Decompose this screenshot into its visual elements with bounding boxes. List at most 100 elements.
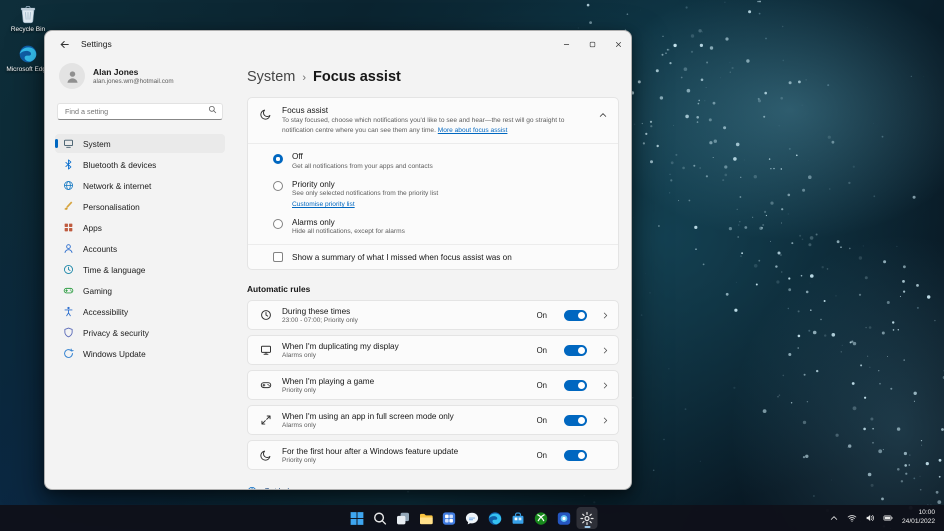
rule-title: When I'm using an app in full screen mod… xyxy=(282,411,454,421)
radio-button[interactable] xyxy=(273,181,283,192)
sidebar-item-label: Accounts xyxy=(83,243,118,254)
focus-assist-text: Focus assist To stay focused, choose whi… xyxy=(282,105,582,136)
taskbar-app-icon xyxy=(488,511,503,526)
rule-card[interactable]: For the first hour after a Windows featu… xyxy=(247,440,619,471)
rule-toggle[interactable] xyxy=(564,344,587,356)
rule-card[interactable]: When I'm duplicating my display Alarms o… xyxy=(247,335,619,366)
chevron-right-icon[interactable] xyxy=(601,346,610,355)
taskbar-app-button[interactable] xyxy=(370,507,391,529)
sidebar-item-icon xyxy=(63,285,74,296)
sidebar-item[interactable]: Personalisation xyxy=(55,197,225,216)
sidebar-item[interactable]: Accounts xyxy=(55,239,225,258)
taskbar-app-icon xyxy=(442,511,457,526)
focus-assist-expander[interactable]: Focus assist To stay focused, choose whi… xyxy=(248,98,618,143)
rule-toggle[interactable] xyxy=(564,414,587,426)
desktop-shortcut[interactable]: Recycle Bin xyxy=(4,4,52,34)
sidebar-item[interactable]: Privacy & security xyxy=(55,323,225,342)
titlebar[interactable]: Settings xyxy=(45,31,631,57)
rule-card[interactable]: When I'm using an app in full screen mod… xyxy=(247,405,619,436)
taskbar-app-button[interactable] xyxy=(554,507,575,529)
system-tray: 10:00 24/01/2022 xyxy=(826,505,944,531)
rule-icon xyxy=(260,344,272,356)
sidebar-item[interactable]: Network & internet xyxy=(55,176,225,195)
clock-date: 24/01/2022 xyxy=(901,518,935,525)
taskbar-app-button[interactable] xyxy=(508,507,529,529)
sidebar-item[interactable]: Gaming xyxy=(55,281,225,300)
taskbar-apps xyxy=(347,507,598,529)
minimize-icon xyxy=(562,40,571,49)
clock-time: 10:00 xyxy=(918,509,935,517)
get-help-label: Get help xyxy=(264,487,293,489)
focus-option-row[interactable]: Off Get all notifications from your apps… xyxy=(260,147,606,175)
sidebar-item[interactable]: Time & language xyxy=(55,260,225,279)
sidebar-item[interactable]: Bluetooth & devices xyxy=(55,155,225,174)
taskbar-app-button[interactable] xyxy=(347,507,368,529)
rule-subtitle: Alarms only xyxy=(282,351,316,359)
summary-checkbox[interactable] xyxy=(273,252,283,263)
taskbar-app-button[interactable] xyxy=(416,507,437,529)
desktop-shortcut-icon xyxy=(18,44,38,64)
sidebar-item-icon xyxy=(63,138,74,149)
summary-checkbox-row[interactable]: Show a summary of what I missed when foc… xyxy=(248,244,618,269)
back-button[interactable] xyxy=(55,35,73,53)
taskbar-app-button[interactable] xyxy=(393,507,414,529)
clock[interactable]: 10:00 24/01/2022 xyxy=(898,510,939,525)
sidebar-item-label: Gaming xyxy=(83,285,113,296)
rule-card[interactable]: When I'm playing a game Priority only On xyxy=(247,370,619,401)
taskbar-app-button[interactable] xyxy=(576,507,598,529)
desktop-shortcut-icon xyxy=(18,4,38,24)
tray-button[interactable] xyxy=(862,508,878,528)
rule-toggle[interactable] xyxy=(564,309,587,321)
sidebar-item-label: Accessibility xyxy=(83,306,129,317)
user-profile[interactable]: Alan Jones alan.jones.wm@hotmail.com xyxy=(55,57,225,101)
tray-button[interactable] xyxy=(826,508,842,528)
desktop-shortcut-label: Recycle Bin xyxy=(10,26,46,33)
taskbar-app-button[interactable] xyxy=(485,507,506,529)
breadcrumb-separator-icon: › xyxy=(302,72,307,84)
focus-assist-card: Focus assist To stay focused, choose whi… xyxy=(247,97,619,271)
chevron-up-icon[interactable] xyxy=(598,110,608,120)
taskbar-app-icon xyxy=(534,511,549,526)
sidebar-item-icon xyxy=(63,222,74,233)
option-description: See only selected notifications from the… xyxy=(292,190,439,198)
get-help-link[interactable]: Get help xyxy=(247,486,619,489)
sidebar-item[interactable]: Accessibility xyxy=(55,302,225,321)
rule-card[interactable]: During these times 23:00 - 07:00; Priori… xyxy=(247,300,619,331)
rule-text: During these times 23:00 - 07:00; Priori… xyxy=(282,307,527,324)
sidebar-item-icon xyxy=(63,180,74,191)
chevron-right-icon[interactable] xyxy=(601,381,610,390)
sidebar-item[interactable]: Windows Update xyxy=(55,344,225,363)
tray-button[interactable] xyxy=(880,508,896,528)
option-text: Priority only See only selected notifica… xyxy=(292,180,438,208)
find-setting-input[interactable] xyxy=(57,103,223,120)
more-about-focus-assist-link[interactable]: More about focus assist xyxy=(438,127,508,134)
radio-button[interactable] xyxy=(273,153,283,164)
maximize-button[interactable] xyxy=(579,31,605,57)
tray-icon xyxy=(829,513,839,523)
breadcrumb-parent[interactable]: System xyxy=(247,69,295,85)
rule-toggle[interactable] xyxy=(564,449,587,461)
sidebar-item[interactable]: System xyxy=(55,134,225,153)
minimize-button[interactable] xyxy=(553,31,579,57)
focus-option-row[interactable]: Alarms only Hide all notifications, exce… xyxy=(260,213,606,241)
tray-button[interactable] xyxy=(844,508,860,528)
taskbar-app-button[interactable] xyxy=(531,507,552,529)
taskbar-app-icon xyxy=(419,511,434,526)
option-text: Alarms only Hide all notifications, exce… xyxy=(292,218,405,236)
option-link[interactable]: Customise priority list xyxy=(292,201,438,208)
close-button[interactable] xyxy=(605,31,631,57)
rule-text: For the first hour after a Windows featu… xyxy=(282,447,527,464)
rule-toggle[interactable] xyxy=(564,379,587,391)
taskbar-app-button[interactable] xyxy=(439,507,460,529)
toggle-state-label: On xyxy=(536,310,547,320)
sidebar-item[interactable]: Apps xyxy=(55,218,225,237)
taskbar-app-button[interactable] xyxy=(462,507,483,529)
profile-text: Alan Jones alan.jones.wm@hotmail.com xyxy=(93,67,174,85)
chevron-right-icon[interactable] xyxy=(601,311,610,320)
focus-options: Off Get all notifications from your apps… xyxy=(248,143,618,244)
chevron-right-icon[interactable] xyxy=(601,416,610,425)
radio-button[interactable] xyxy=(273,219,283,230)
breadcrumb: System › Focus assist xyxy=(247,69,619,85)
toggle-state-label: On xyxy=(536,450,547,460)
focus-option-row[interactable]: Priority only See only selected notifica… xyxy=(260,175,606,213)
